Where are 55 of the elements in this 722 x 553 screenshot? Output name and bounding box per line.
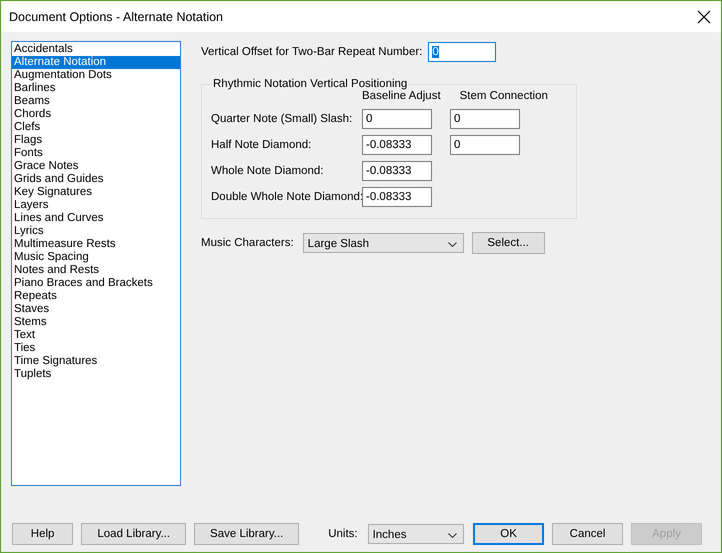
input-field[interactable]: 0 [428,42,496,62]
category-item[interactable]: Alternate Notation [12,56,180,69]
input-field[interactable]: -0.08333 [362,135,432,155]
category-item[interactable]: Text [12,329,180,342]
category-item[interactable]: Music Spacing [12,251,180,264]
footer-button[interactable]: Save Library... [194,523,300,545]
input-field[interactable]: 0 [362,109,432,129]
footer-button[interactable]: Load Library... [81,523,186,545]
category-item[interactable]: Chords [12,108,180,121]
category-item[interactable]: Time Signatures [12,355,180,368]
input-field[interactable]: -0.08333 [362,161,432,181]
chevron-icon [448,533,458,538]
category-item[interactable]: Fonts [12,147,180,160]
field-label: Vertical Offset for Two-Bar Repeat Number: [201,46,422,58]
group-title: Rhythmic Notation Vertical Positioning [212,78,408,90]
dropdown[interactable]: Large Slash [302,233,464,253]
category-item[interactable]: Augmentation Dots [12,69,180,82]
category-item[interactable]: Piano Braces and Brackets [12,277,180,290]
input-field[interactable]: 0 [450,109,520,129]
category-item[interactable]: Ties [12,342,180,355]
field-label: Half Note Diamond: [211,139,312,151]
category-item[interactable]: Stems [12,316,180,329]
dialog-button[interactable]: Cancel [552,523,624,545]
category-item[interactable]: Grids and Guides [12,173,180,186]
category-item[interactable]: Flags [12,134,180,147]
input-field[interactable]: -0.08333 [362,187,432,207]
column-header: Stem Connection [460,90,548,102]
category-item[interactable]: Multimeasure Rests [12,238,180,251]
category-item[interactable]: Repeats [12,290,180,303]
units-dropdown[interactable]: Inches [368,524,464,544]
category-item[interactable]: Beams [12,95,180,108]
category-item[interactable]: Lyrics [12,225,180,238]
category-item[interactable]: Key Signatures [12,186,180,199]
field-label: Whole Note Diamond: [211,165,324,177]
dialog-button[interactable]: OK [473,523,544,545]
category-item[interactable]: Tuplets [12,368,180,381]
category-item[interactable]: Barlines [12,82,180,95]
category-item[interactable]: Grace Notes [12,160,180,173]
field-label: Double Whole Note Diamond: [211,191,362,203]
input-field[interactable]: 0 [450,135,520,155]
column-header: Baseline Adjust [362,90,441,102]
window-title: Document Options - Alternate Notation [9,10,224,24]
category-item[interactable]: Accidentals [12,43,180,56]
select-button[interactable]: Select... [472,232,545,254]
category-item[interactable]: Layers [12,199,180,212]
units-label: Units: [328,528,358,540]
category-item[interactable]: Staves [12,303,180,316]
footer-button[interactable]: Help [12,523,74,545]
field-label: Music Characters: [201,237,294,249]
close-icon[interactable] [697,10,711,24]
category-item[interactable]: Lines and Curves [12,212,180,225]
field-label: Quarter Note (Small) Slash: [211,113,354,125]
category-item[interactable]: Clefs [12,121,180,134]
chevron-icon [448,242,457,247]
category-item[interactable]: Notes and Rests [12,264,180,277]
